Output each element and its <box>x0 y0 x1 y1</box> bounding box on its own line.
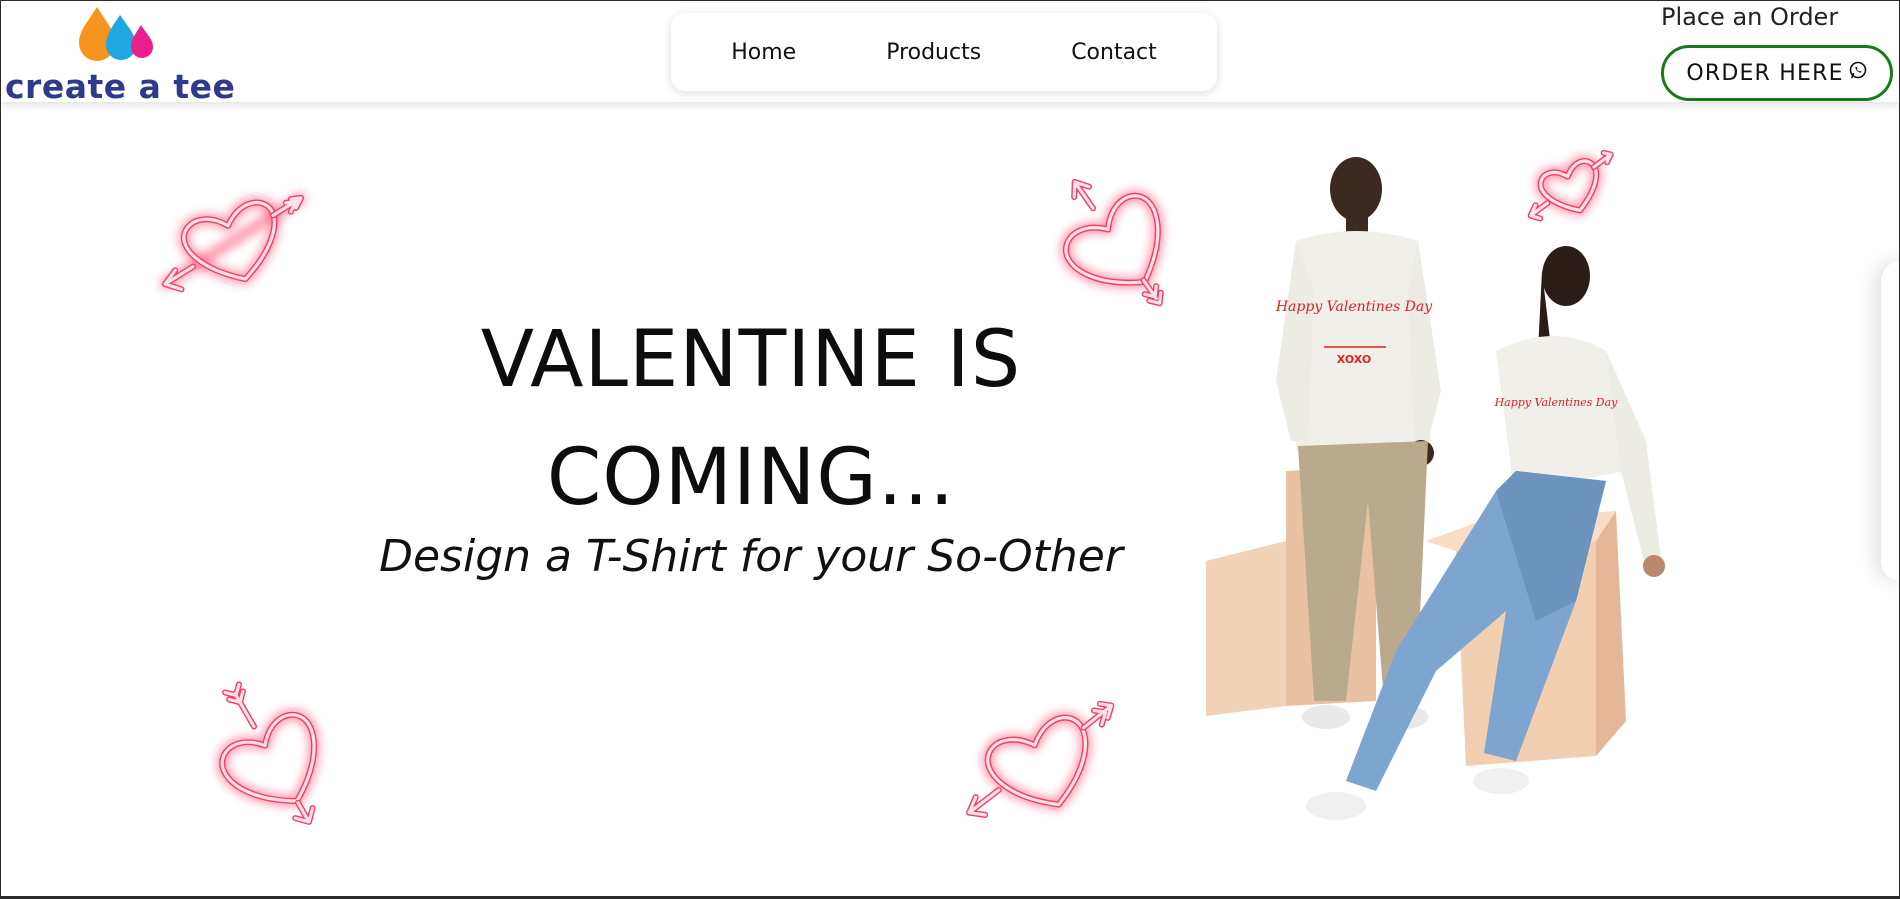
shirt-xoxo-text: XOXO <box>1337 353 1372 366</box>
place-order-caption: Place an Order <box>1661 3 1839 31</box>
hero-title-line-1: VALENTINE IS <box>480 315 1022 405</box>
shirt-print-text-2: Happy Valentines Day <box>1494 396 1619 409</box>
main-nav: Home Products Contact <box>671 13 1217 91</box>
neon-heart-arrow-icon <box>201 676 341 836</box>
page: create a tee Home Products Contact Place… <box>0 0 1900 899</box>
hero-title-line-2: COMING... <box>546 433 956 523</box>
order-here-label: ORDER HERE <box>1686 60 1844 86</box>
nav-contact-link[interactable]: Contact <box>1026 40 1202 65</box>
site-header: create a tee Home Products Contact Place… <box>1 1 1899 106</box>
nav-home-link[interactable]: Home <box>686 40 841 65</box>
paint-drops-icon <box>79 7 153 61</box>
side-panel-shadow <box>1881 261 1899 581</box>
order-here-button[interactable]: ORDER HERE <box>1661 45 1893 101</box>
couple-models-image: Happy Valentines Day XOXO Happy Valentin… <box>1206 157 1665 820</box>
nav-products-link[interactable]: Products <box>841 40 1026 65</box>
hero-subtitle: Design a T-Shirt for your So-Other <box>379 531 1123 582</box>
hero-title: VALENTINE IS COMING... <box>381 301 1121 537</box>
brand-name: create a tee <box>5 67 236 106</box>
whatsapp-icon <box>1849 61 1866 79</box>
neon-heart-arrow-icon <box>151 181 316 301</box>
shirt-print-text: Happy Valentines Day <box>1275 299 1433 315</box>
neon-heart-arrow-icon <box>951 696 1131 826</box>
brand-logo[interactable]: create a tee <box>1 5 241 106</box>
neon-heart-arrow-icon <box>1041 161 1191 321</box>
